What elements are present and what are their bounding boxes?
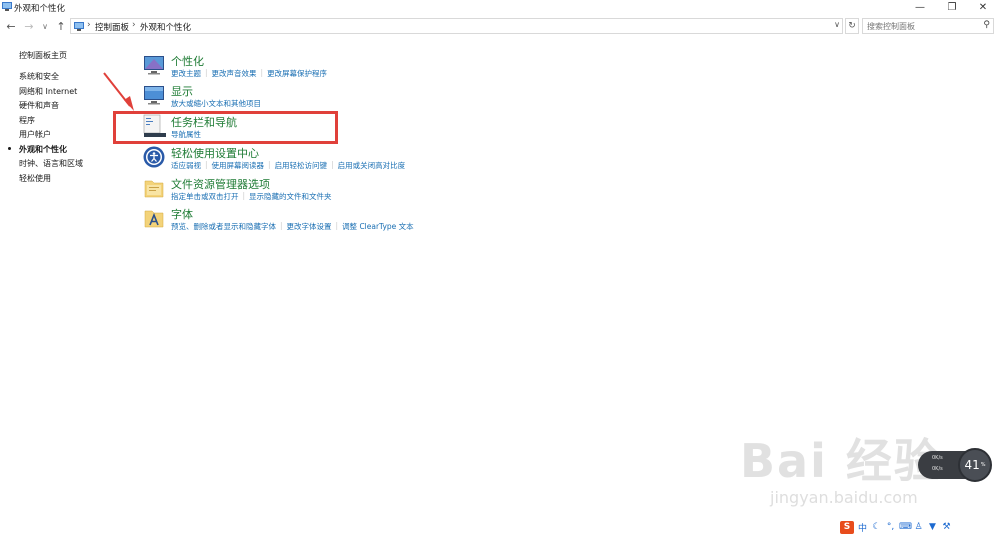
link-separator: | [242, 191, 246, 200]
link-change-sounds[interactable]: 更改声音效果 [212, 68, 257, 79]
watermark-logo: Bai 经验 [740, 434, 942, 488]
sidebar-item-appearance[interactable]: 外观和个性化 [19, 144, 67, 155]
up-button[interactable]: ↑ [54, 19, 68, 33]
window-title: 外观和个性化 [14, 4, 66, 14]
sidebar-item-network[interactable]: 网络和 Internet [19, 86, 77, 97]
control-panel-icon [74, 22, 84, 31]
address-row: ← → ∨ ↑ › 控制面板 › 外观和个性化 ∨ ↻ ⚲ [0, 16, 1000, 36]
sidebar-item-system-security[interactable]: 系统和安全 [19, 71, 59, 82]
link-scale-text[interactable]: 放大或缩小文本和其他项目 [171, 98, 261, 109]
link-low-vision[interactable]: 适应弱视 [171, 160, 201, 171]
memory-usage-unit: % [980, 462, 986, 468]
link-separator: | [205, 160, 208, 169]
link-separator: | [335, 221, 339, 230]
ease-of-access-icon [143, 146, 165, 168]
punctuation-icon[interactable]: °, [885, 522, 896, 532]
chevron-right-icon: › [87, 20, 91, 30]
wrench-icon[interactable]: ⚒ [941, 522, 952, 532]
annotation-arrow-icon [103, 72, 134, 111]
skin-icon[interactable]: ▼ [927, 522, 938, 532]
link-font-settings[interactable]: 更改字体设置 [287, 221, 332, 232]
link-high-contrast[interactable]: 启用或关闭高对比度 [338, 160, 406, 171]
link-cleartype[interactable]: 调整 ClearType 文本 [342, 221, 414, 232]
search-input[interactable] [863, 19, 973, 33]
category-links: 适应弱视 | 使用屏幕阅读器 | 启用轻松访问键 | 启用或关闭高对比度 [171, 160, 405, 171]
close-button[interactable]: ✕ [968, 0, 998, 15]
sidebar-item-home[interactable]: 控制面板主页 [19, 50, 67, 61]
minimize-button[interactable]: — [905, 0, 935, 15]
link-accessibility-keys[interactable]: 启用轻松访问键 [275, 160, 328, 171]
network-speed-widget[interactable]: 0K/s 0K/s 41% [918, 448, 994, 482]
link-separator: | [205, 68, 208, 77]
upload-speed: 0K/s [932, 455, 943, 461]
fonts-icon [144, 210, 164, 228]
history-dropdown-button[interactable]: ∨ [38, 19, 52, 33]
forward-button[interactable]: → [22, 19, 36, 33]
annotation-highlight-box [113, 111, 338, 144]
category-title[interactable]: 个性化 [171, 53, 204, 69]
folder-options-icon [144, 180, 164, 198]
memory-usage-value: 41 [964, 458, 980, 472]
control-panel-icon [2, 2, 12, 11]
sogou-logo-icon[interactable]: S [840, 520, 854, 534]
refresh-button[interactable]: ↻ [845, 18, 859, 34]
link-separator: | [260, 68, 264, 77]
title-bar: 外观和个性化 — ❐ ✕ [0, 0, 1000, 15]
link-separator: | [331, 160, 334, 169]
chevron-right-icon[interactable]: › [132, 20, 136, 30]
category-links: 预览、删除或者显示和隐藏字体 | 更改字体设置 | 调整 ClearType 文本 [171, 221, 414, 232]
link-change-theme[interactable]: 更改主题 [171, 68, 201, 79]
sidebar-item-hardware[interactable]: 硬件和声音 [19, 100, 59, 111]
search-box[interactable]: ⚲ [862, 18, 994, 34]
category-title[interactable]: 文件资源管理器选项 [171, 176, 270, 192]
link-separator: | [268, 160, 271, 169]
sidebar-item-user-accounts[interactable]: 用户帐户 [19, 129, 51, 140]
chevron-down-icon[interactable]: ∨ [834, 20, 840, 29]
active-item-bullet [8, 147, 11, 150]
personalization-icon [144, 56, 164, 75]
ime-mode-toggle[interactable]: 中 [857, 521, 868, 534]
maximize-button[interactable]: ❐ [937, 0, 967, 15]
address-bar[interactable]: › 控制面板 › 外观和个性化 ∨ [70, 18, 843, 34]
category-links: 指定单击或双击打开 | 显示隐藏的文件和文件夹 [171, 191, 332, 202]
link-preview-fonts[interactable]: 预览、删除或者显示和隐藏字体 [171, 221, 276, 232]
download-speed: 0K/s [932, 466, 943, 472]
moon-icon[interactable]: ☾ [871, 522, 882, 532]
breadcrumb-control-panel[interactable]: 控制面板 [95, 21, 129, 33]
breadcrumb-appearance[interactable]: 外观和个性化 [140, 21, 191, 33]
link-show-hidden-files[interactable]: 显示隐藏的文件和文件夹 [249, 191, 332, 202]
search-icon[interactable]: ⚲ [983, 20, 990, 30]
keyboard-icon[interactable]: ⌨ [899, 522, 912, 532]
display-icon [144, 86, 164, 105]
link-single-double-click[interactable]: 指定单击或双击打开 [171, 191, 239, 202]
person-icon[interactable]: ♙ [913, 522, 924, 532]
watermark-url: jingyan.baidu.com [770, 488, 918, 507]
link-separator: | [280, 221, 283, 230]
category-title[interactable]: 显示 [171, 83, 193, 99]
sidebar-item-ease-of-access[interactable]: 轻松使用 [19, 173, 51, 184]
sidebar-item-programs[interactable]: 程序 [19, 115, 35, 126]
memory-usage-badge[interactable]: 41% [958, 448, 992, 482]
category-links: 放大或缩小文本和其他项目 [171, 98, 261, 109]
category-title[interactable]: 轻松使用设置中心 [171, 145, 259, 161]
category-title[interactable]: 字体 [171, 206, 193, 222]
ime-toolbar: S 中 ☾ °, ⌨ ♙ ▼ ⚒ [840, 520, 960, 534]
category-links: 更改主题 | 更改声音效果 | 更改屏幕保护程序 [171, 68, 327, 79]
sidebar-item-clock-region[interactable]: 时钟、语言和区域 [19, 158, 83, 169]
link-screensaver[interactable]: 更改屏幕保护程序 [267, 68, 327, 79]
link-screen-reader[interactable]: 使用屏幕阅读器 [212, 160, 265, 171]
back-button[interactable]: ← [4, 19, 18, 33]
